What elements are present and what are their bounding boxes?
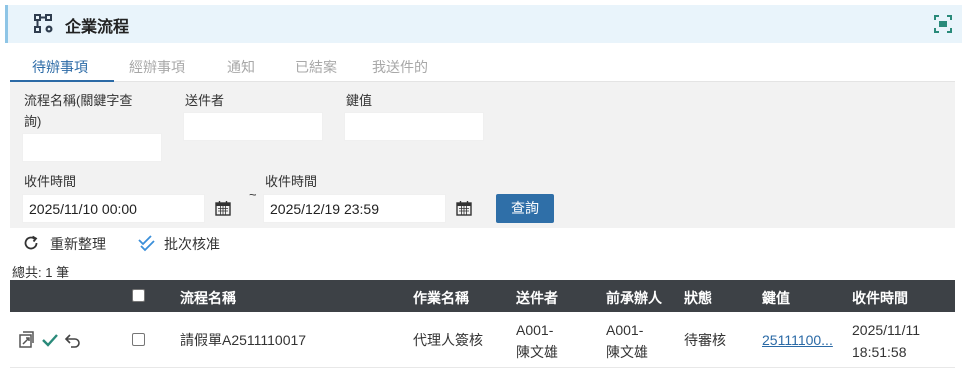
col-flow-name[interactable]: 流程名稱	[180, 288, 236, 308]
col-sender[interactable]: 送件者	[516, 288, 558, 308]
col-received-time[interactable]: 收件時間	[852, 288, 908, 308]
cell-received-date: 2025/11/11	[852, 322, 920, 338]
tab-my-submissions[interactable]: 我送件的	[372, 57, 428, 77]
page-title: 企業流程	[65, 19, 130, 36]
row-checkbox[interactable]	[132, 333, 145, 346]
table-row[interactable]: 請假單A2511110017 代理人簽核 A001- 陳文雄 A001- 陳文雄…	[10, 312, 955, 368]
key-input[interactable]	[344, 112, 484, 141]
open-form-icon[interactable]	[18, 331, 36, 349]
flow-name-label: 流程名稱(關鍵字查	[24, 93, 133, 108]
return-icon[interactable]	[64, 331, 82, 349]
calendar-icon[interactable]	[456, 200, 472, 216]
workflow-icon	[34, 14, 53, 33]
select-all-checkbox[interactable]	[132, 289, 145, 302]
recv-from-label: 收件時間	[24, 174, 77, 189]
flow-name-input[interactable]	[22, 133, 162, 162]
tab-todo[interactable]: 待辦事項	[32, 57, 88, 77]
cell-task-name: 代理人簽核	[413, 332, 483, 348]
batch-approve-label: 批次核准	[164, 236, 220, 252]
tab-notifications[interactable]: 通知	[227, 57, 255, 77]
sender-input[interactable]	[183, 112, 323, 141]
flow-name-label-cont: 詢)	[24, 114, 42, 129]
cell-flow-name: 請假單A2511110017	[180, 332, 307, 348]
cell-prev-handler-id: A001-	[606, 322, 644, 338]
col-status[interactable]: 狀態	[684, 288, 712, 308]
key-label: 鍵值	[346, 93, 373, 108]
cell-status: 待審核	[684, 332, 726, 348]
fullscreen-icon[interactable]	[934, 15, 952, 33]
cell-key-link[interactable]: 25111100...	[762, 329, 833, 351]
col-key[interactable]: 鍵值	[762, 288, 790, 308]
col-task-name[interactable]: 作業名稱	[413, 288, 469, 308]
total-count: 總共: 1 筆	[12, 265, 70, 280]
cell-sender-name: 陳文雄	[516, 344, 558, 360]
refresh-icon	[24, 235, 38, 250]
cell-sender-id: A001-	[516, 322, 554, 338]
tab-handled[interactable]: 經辦事項	[129, 57, 185, 77]
sender-label: 送件者	[185, 93, 225, 108]
panel-header: 企業流程	[5, 5, 962, 43]
range-separator: ~	[249, 187, 257, 202]
refresh-label: 重新整理	[50, 236, 106, 252]
approve-check-icon[interactable]	[41, 331, 59, 349]
calendar-icon[interactable]	[215, 200, 231, 216]
query-button[interactable]: 查詢	[496, 194, 554, 223]
cell-prev-handler-name: 陳文雄	[606, 344, 648, 360]
col-prev-handler[interactable]: 前承辦人	[606, 288, 662, 308]
grid-header: 流程名稱 作業名稱 送件者 前承辦人 狀態 鍵值 收件時間	[10, 280, 955, 312]
recv-to-label: 收件時間	[265, 174, 318, 189]
recv-to-input[interactable]: 2025/12/19 23:59	[263, 194, 446, 223]
double-check-icon	[138, 235, 155, 252]
filter-panel: 流程名稱(關鍵字查 詢) 送件者 鍵值 收件時間 2025/11/10 00:0…	[10, 82, 955, 228]
tab-closed[interactable]: 已結案	[295, 57, 337, 77]
recv-from-input[interactable]: 2025/11/10 00:00	[22, 194, 205, 223]
tab-bar: 待辦事項 經辦事項 通知 已結案 我送件的	[10, 50, 955, 82]
cell-received-time: 18:51:58	[852, 344, 907, 360]
